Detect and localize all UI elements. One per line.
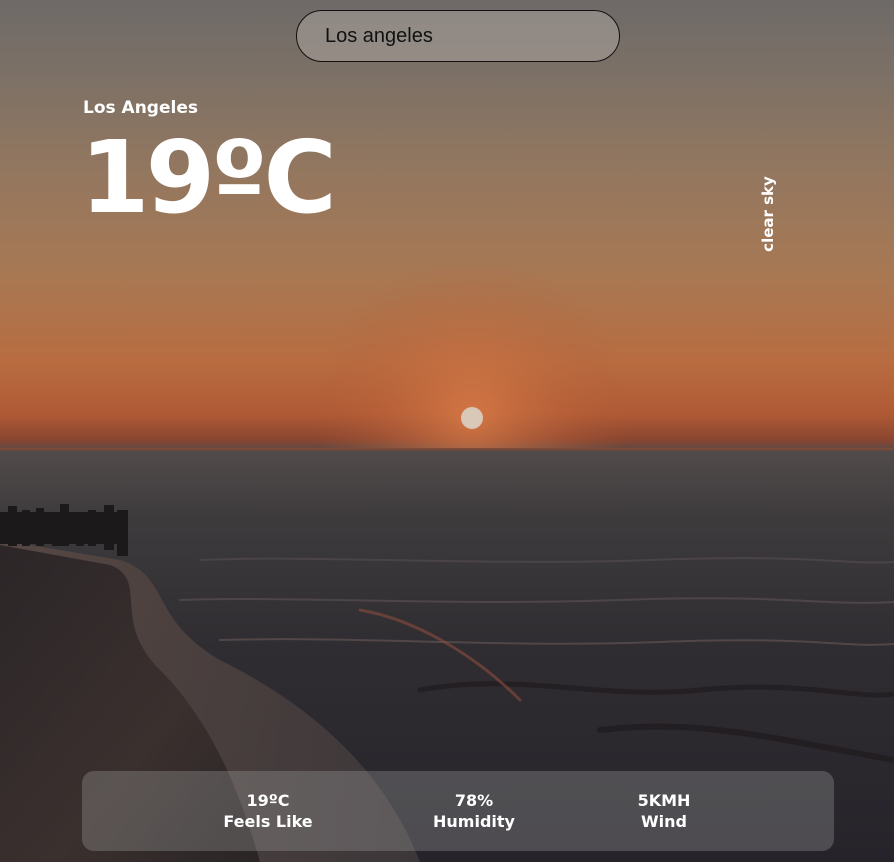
search-input[interactable] <box>297 11 619 61</box>
wind-value: 5KMH <box>637 791 691 810</box>
sun-glow <box>0 240 894 450</box>
weather-condition: clear sky <box>759 176 777 252</box>
stat-humidity: 78% Humidity <box>404 791 544 833</box>
stat-wind: 5KMH Wind <box>594 791 734 833</box>
stat-feels-like: 19ºC Feels Like <box>198 791 338 833</box>
humidity-value: 78% <box>454 791 494 810</box>
wind-label: Wind <box>641 812 687 831</box>
feels-like-value: 19ºC <box>246 791 290 810</box>
horizon-line <box>0 448 894 450</box>
sun <box>461 407 483 429</box>
feels-like-label: Feels Like <box>223 812 313 831</box>
weather-app: Los Angeles 19ºC clear sky 19ºC Feels Li… <box>0 0 894 862</box>
search-box[interactable] <box>296 10 620 62</box>
current-temperature: 19ºC <box>80 119 337 236</box>
city-name: Los Angeles <box>83 98 198 118</box>
humidity-label: Humidity <box>433 812 515 831</box>
weather-stats-panel: 19ºC Feels Like 78% Humidity 5KMH Wind <box>82 771 834 851</box>
